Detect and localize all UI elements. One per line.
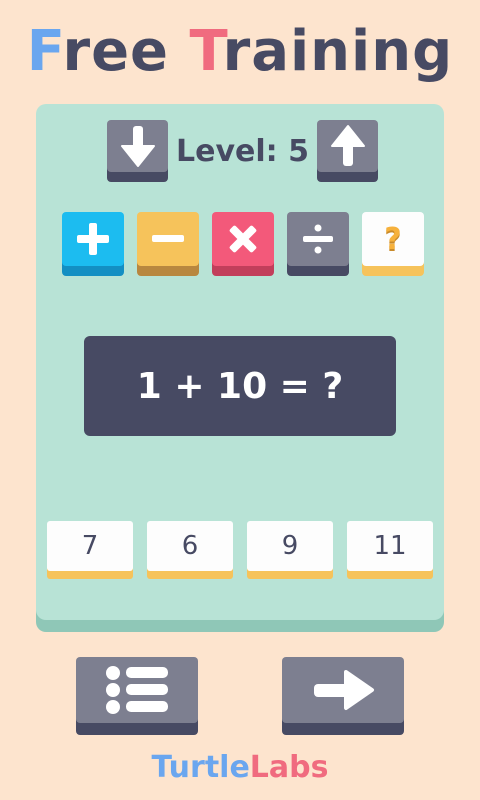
times-icon: [229, 225, 257, 253]
next-button[interactable]: [282, 657, 404, 723]
arrow-down-icon: [120, 126, 155, 167]
level-up-button[interactable]: [317, 120, 378, 172]
level-display: Level: 5: [170, 130, 315, 174]
plus-icon: [77, 223, 109, 255]
operation-random-button[interactable]: ?: [362, 212, 424, 266]
answer-option-3[interactable]: 9: [247, 521, 333, 571]
level-value: 5: [288, 134, 309, 169]
brand-part-turtle: Turtle: [151, 750, 250, 785]
brand-logo: TurtleLabs: [0, 745, 480, 791]
title-part-raining: raining: [222, 19, 454, 84]
arrow-right-icon: [314, 670, 374, 710]
divide-icon: [303, 224, 333, 254]
title-part-ree: ree: [62, 19, 190, 84]
menu-button[interactable]: [76, 657, 198, 723]
operation-minus-button[interactable]: [137, 212, 199, 266]
title-letter-t: T: [189, 19, 223, 84]
app-title: Free Training: [0, 12, 480, 92]
answer-option-1[interactable]: 7: [47, 521, 133, 571]
title-letter-f: F: [26, 19, 63, 84]
answer-option-4[interactable]: 11: [347, 521, 433, 571]
minus-icon: [152, 235, 184, 242]
operation-divide-button[interactable]: [287, 212, 349, 266]
level-down-button[interactable]: [107, 120, 168, 172]
level-label: Level:: [176, 134, 289, 169]
answer-option-2[interactable]: 6: [147, 521, 233, 571]
question-mark-icon: ?: [384, 221, 402, 257]
operation-times-button[interactable]: [212, 212, 274, 266]
operation-plus-button[interactable]: [62, 212, 124, 266]
list-icon: [106, 666, 168, 714]
question-display: 1 + 10 = ?: [84, 336, 396, 436]
brand-part-labs: Labs: [249, 750, 329, 785]
arrow-up-icon: [330, 125, 365, 166]
